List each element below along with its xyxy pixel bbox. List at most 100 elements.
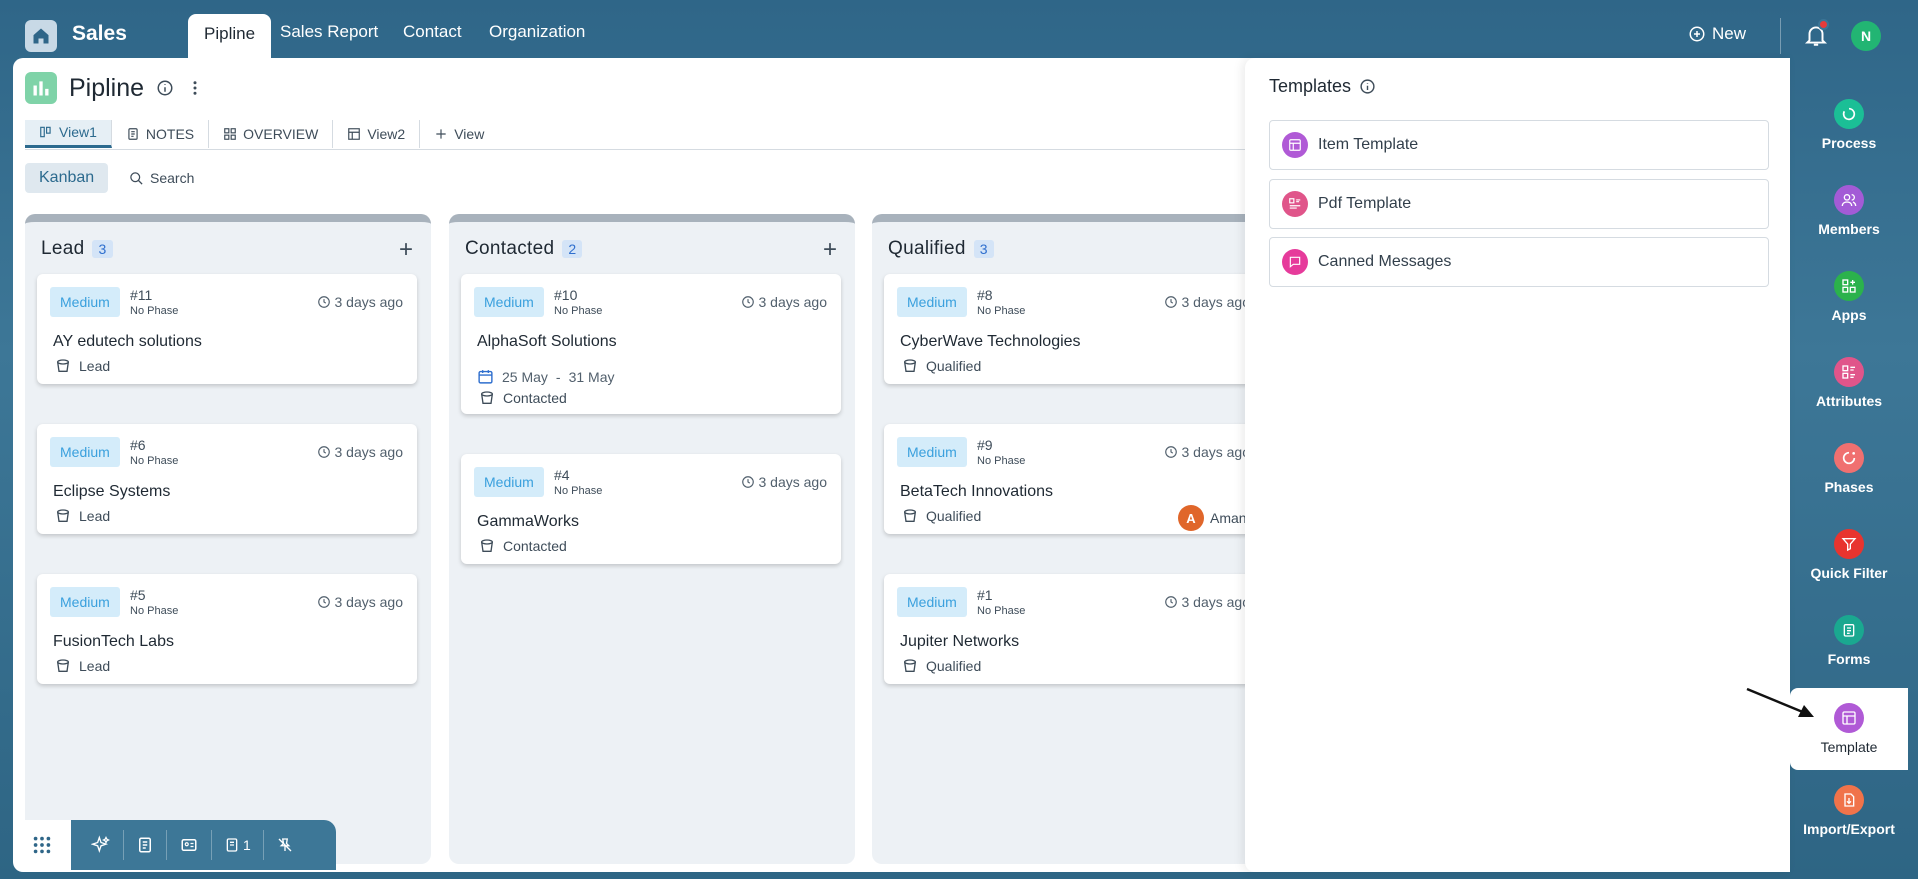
kanban-card[interactable]: Medium #4 No Phase 3 days ago GammaWorks… [461, 454, 841, 564]
date-separator: - [555, 368, 561, 385]
sidebar-item-quick-filter[interactable]: Quick Filter [1790, 516, 1908, 594]
bucket-icon [481, 391, 493, 404]
card-phase: No Phase [130, 305, 179, 317]
card-time: 3 days ago [1164, 294, 1251, 310]
card-time-label: 3 days ago [758, 474, 828, 490]
column-count: 3 [92, 240, 113, 258]
home-button[interactable] [25, 20, 57, 52]
tab-overview[interactable]: OVERVIEW [209, 119, 334, 148]
ai-button[interactable] [79, 830, 124, 860]
id-card-icon [181, 839, 197, 851]
sidebar-item-forms[interactable]: Forms [1790, 602, 1908, 680]
card-stage-label: Contacted [503, 390, 567, 406]
apps-icon [1834, 271, 1864, 301]
sidebar-item-members[interactable]: Members [1790, 172, 1908, 250]
sidebar-item-attributes[interactable]: Attributes [1790, 344, 1908, 422]
right-sidebar: Process Members Apps Attributes Phases Q… [1790, 58, 1918, 879]
template-item-canned-messages[interactable]: Canned Messages [1269, 237, 1769, 287]
tab-view2[interactable]: View2 [333, 119, 421, 148]
assignee-avatar: A [1178, 505, 1204, 531]
notification-dot [1818, 19, 1829, 30]
bucket-icon [57, 509, 69, 522]
card-time: 3 days ago [741, 294, 827, 310]
priority-badge: Medium [50, 437, 120, 467]
nav-tab-pipline[interactable]: Pipline [188, 14, 272, 58]
pages-count: 1 [243, 837, 251, 853]
clock-icon [1164, 596, 1177, 608]
kanban-view-icon [40, 126, 51, 138]
card-name: GammaWorks [477, 513, 579, 530]
sidebar-item-import-export[interactable]: Import/Export [1790, 772, 1908, 850]
priority-badge: Medium [474, 467, 544, 497]
template-item-pdf-template[interactable]: Pdf Template [1269, 179, 1769, 229]
info-icon[interactable] [1359, 78, 1376, 95]
add-view-button[interactable]: View [420, 120, 498, 148]
add-card-button[interactable]: + [399, 236, 413, 264]
template-icon [1834, 703, 1864, 733]
kanban-column-lead: Lead 3 + Medium #11 No Phase 3 days ago … [25, 214, 431, 864]
nav-tab-contact[interactable]: Contact [403, 22, 462, 42]
kanban-chip[interactable]: Kanban [25, 163, 109, 193]
card-time: 3 days ago [741, 474, 828, 490]
add-card-button[interactable]: + [823, 236, 837, 264]
sidebar-item-apps[interactable]: Apps [1790, 258, 1908, 336]
kanban-card[interactable]: Medium #11 No Phase 3 days ago AY edutec… [37, 274, 417, 384]
card-stage: Qualified [902, 358, 981, 374]
pages-button[interactable]: 1 [212, 830, 264, 860]
unpin-button[interactable] [264, 830, 306, 860]
toolbar-tools: 1 [71, 820, 336, 870]
attributes-icon [1834, 357, 1864, 387]
card-name: BetaTech Innovations [900, 483, 1053, 500]
process-icon [1834, 99, 1864, 129]
template-item-item-template[interactable]: Item Template [1269, 120, 1769, 170]
app-title: Sales [72, 22, 127, 45]
card-id: #5 [130, 587, 146, 603]
card-stage-label: Qualified [926, 508, 982, 524]
card-stage: Qualified [902, 658, 981, 674]
bucket-icon [57, 359, 69, 372]
templates-panel-title: Templates [1269, 76, 1352, 96]
nav-tab-sales-report[interactable]: Sales Report [280, 22, 378, 42]
user-avatar[interactable]: N [1851, 21, 1881, 51]
info-icon[interactable] [156, 79, 174, 97]
tab-notes[interactable]: NOTES [112, 119, 210, 148]
more-vertical-icon[interactable] [186, 79, 204, 97]
bucket-icon [904, 659, 916, 672]
card-time-label: 3 days ago [1181, 294, 1251, 310]
card-date-range: 25 May - 31 May [477, 368, 615, 385]
kanban-card[interactable]: Medium #8 No Phase 3 days ago CyberWave … [884, 274, 1264, 384]
priority-badge: Medium [897, 437, 967, 467]
card-stage-label: Lead [79, 508, 111, 524]
notes-button[interactable] [124, 830, 167, 860]
contact-card-button[interactable] [167, 830, 212, 860]
card-assignee[interactable]: A Aman [1178, 505, 1247, 531]
column-title: Qualified [888, 238, 966, 259]
table-view-icon [348, 127, 361, 140]
bucket-icon [57, 659, 69, 672]
search-button[interactable]: Search [129, 170, 194, 186]
kanban-card[interactable]: Medium #1 No Phase 3 days ago Jupiter Ne… [884, 574, 1264, 684]
card-id: #11 [130, 287, 153, 303]
import-export-icon [1834, 785, 1864, 815]
column-count: 3 [973, 240, 994, 258]
sidebar-item-label: Members [1818, 221, 1880, 237]
column-count: 2 [562, 240, 583, 258]
kanban-card[interactable]: Medium #10 No Phase 3 days ago AlphaSoft… [461, 274, 841, 414]
card-stage-label: Qualified [926, 358, 982, 374]
tab-view1[interactable]: View1 [25, 119, 112, 148]
app-launcher-button[interactable] [13, 820, 71, 870]
nav-tab-organization[interactable]: Organization [489, 22, 585, 42]
card-time: 3 days ago [1164, 444, 1250, 460]
new-button[interactable]: New [1688, 24, 1746, 44]
plus-circle-icon [1689, 26, 1705, 42]
bucket-icon [481, 539, 493, 552]
card-stage: Qualified [902, 508, 981, 524]
sidebar-item-phases[interactable]: Phases [1790, 430, 1908, 508]
divider [1780, 18, 1781, 54]
card-name: AY edutech solutions [53, 333, 202, 350]
card-stage-label: Qualified [926, 658, 982, 674]
kanban-card[interactable]: Medium #9 No Phase 3 days ago BetaTech I… [884, 424, 1264, 534]
kanban-card[interactable]: Medium #6 No Phase 3 days ago Eclipse Sy… [37, 424, 417, 534]
sidebar-item-process[interactable]: Process [1790, 86, 1908, 164]
kanban-card[interactable]: Medium #5 No Phase 3 days ago FusionTech… [37, 574, 417, 684]
